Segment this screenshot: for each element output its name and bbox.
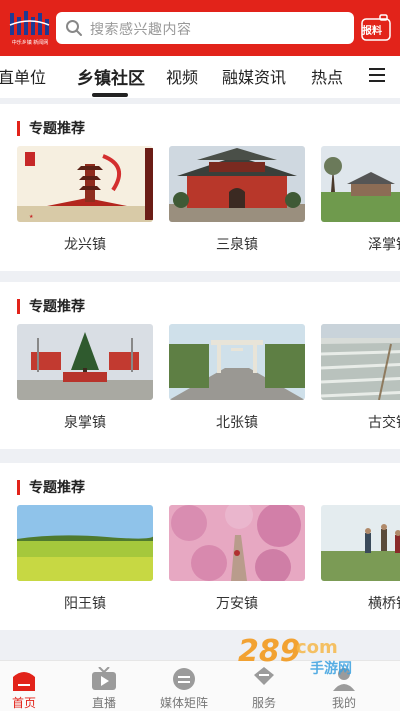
site-watermark: 289 com 手游网 [232,631,380,677]
tab-county-units[interactable]: 县直单位 [0,64,46,88]
nav-home[interactable]: 首页 [0,667,64,711]
card-label: 万安镇 [216,596,258,612]
section-marker [17,299,20,314]
village-image [321,146,400,222]
field-image [17,505,153,581]
blossom-image [169,505,305,581]
menu-icon[interactable] [369,68,385,82]
app-logo[interactable]: 中乐乡镇 新闻网 [8,9,52,47]
tab-media-news[interactable]: 融媒资讯 [222,64,286,88]
temple-image [169,146,305,222]
gate-image [169,324,305,400]
nav-media-matrix[interactable]: 媒体矩阵 [144,667,224,711]
topic-section-1: 专题推荐 ★ 龙兴镇 三泉镇 泽掌 [0,104,400,271]
greenhouse-image [321,324,400,400]
watermark-subtitle: 手游网 [310,660,352,675]
farmers-image [321,505,400,581]
section-title: 专题推荐 [29,299,85,315]
card-label: 古交镇 [368,415,400,431]
card-label: 横桥镇 [368,596,400,612]
monument-image: ★ [17,146,153,222]
matrix-icon [171,667,197,691]
topic-card[interactable]: 泉掌镇 [17,324,153,432]
channel-tabs: 县直单位 乡镇社区 视频 融媒资讯 热点 [0,56,400,98]
tab-hot[interactable]: 热点 [311,64,343,88]
topic-card[interactable]: 三泉镇 [169,146,305,254]
watermark-suffix: com [296,637,338,658]
square-image [17,324,153,400]
nav-label: 我的 [331,696,356,710]
card-label: 三泉镇 [216,237,258,253]
nav-label: 直播 [91,696,116,710]
section-marker [17,480,20,495]
section-title: 专题推荐 [29,480,85,496]
nav-label: 媒体矩阵 [159,696,208,710]
topic-card[interactable]: 泽掌镇 [321,146,400,254]
search-placeholder: 搜索感兴趣内容 [90,22,192,38]
topic-card[interactable]: ★ 龙兴镇 [17,146,153,254]
section-marker [17,121,20,136]
topic-section-3: 专题推荐 阳王镇 万安镇 横桥 [0,463,400,630]
svg-text:★: ★ [29,214,34,220]
logo-icon [9,11,50,35]
card-label: 泉掌镇 [64,415,106,431]
nav-live[interactable]: 直播 [64,666,144,711]
tab-township[interactable]: 乡镇社区 [77,64,145,89]
topic-card[interactable]: 古交镇 [321,324,400,432]
card-label: 阳王镇 [64,596,106,612]
nav-label: 首页 [11,696,36,710]
card-label: 北张镇 [216,415,258,431]
topic-section-2: 专题推荐 泉掌镇 北张镇 古交 [0,282,400,449]
topic-card[interactable]: 北张镇 [169,324,305,432]
top-header: 中乐乡镇 新闻网 搜索感兴趣内容 报料 [0,0,400,56]
topic-card[interactable]: 横桥镇 [321,505,400,613]
report-button[interactable]: 报料 [360,14,392,42]
section-title: 专题推荐 [29,121,85,137]
tab-video[interactable]: 视频 [166,64,198,88]
topic-card[interactable]: 阳王镇 [17,505,153,613]
tv-icon [91,666,117,691]
home-icon [11,667,37,691]
search-input[interactable]: 搜索感兴趣内容 [56,12,354,44]
search-icon [66,20,82,36]
app-screen: 中乐乡镇 新闻网 搜索感兴趣内容 报料 县直单位 乡镇社区 视频 融媒资讯 热点 [0,0,400,711]
card-label: 龙兴镇 [64,237,106,253]
card-label: 泽掌镇 [368,237,400,253]
watermark-brand: 289 [238,634,301,669]
nav-label: 服务 [251,696,276,710]
logo-text: 中乐乡镇 新闻网 [11,40,49,46]
topic-card[interactable]: 万安镇 [169,505,305,613]
report-label: 报料 [362,26,382,37]
active-tab-indicator [92,93,128,97]
